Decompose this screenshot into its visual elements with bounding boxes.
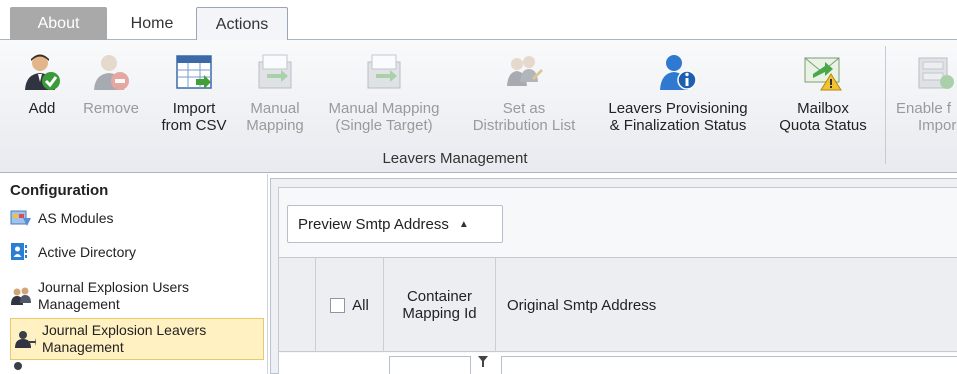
leavers-status-line1: Leavers Provisioning xyxy=(608,100,748,117)
enable-for-import-button[interactable]: Enable f Impor xyxy=(893,40,957,148)
add-label: Add xyxy=(28,100,56,117)
leavers-line2: Management xyxy=(42,339,124,355)
container-mapping-filter-input[interactable] xyxy=(389,356,471,374)
manual-mapping-icon xyxy=(255,52,295,92)
leavers-provisioning-status-button[interactable]: Leavers Provisioning & Finalization Stat… xyxy=(597,40,759,148)
leavers-status-line2: & Finalization Status xyxy=(609,117,747,134)
manual-mapping-line1: Manual xyxy=(250,100,300,117)
manual-mapping-button[interactable]: Manual Mapping xyxy=(240,40,310,148)
mailbox-quota-status-label: Mailbox Quota Status xyxy=(779,100,867,134)
manual-mapping-single-target-button[interactable]: Manual Mapping (Single Target) xyxy=(318,40,450,148)
manual-mapping-single-line2: (Single Target) xyxy=(335,117,433,134)
sidebar-item-label: AS Modules xyxy=(38,209,114,226)
sidebar-item-journal-explosion-users[interactable]: Journal Explosion Users Management xyxy=(10,278,264,314)
set-as-distribution-list-button[interactable]: Set as Distribution List xyxy=(460,40,588,148)
sidebar-title: Configuration xyxy=(10,182,109,199)
column-header-container-mapping-id[interactable]: Container Mapping Id xyxy=(384,258,496,352)
mailbox-line1: Mailbox xyxy=(797,100,849,117)
ribbon-group-label: Leavers Management xyxy=(382,150,528,167)
sidebar-item-partial[interactable] xyxy=(10,362,264,374)
distribution-line1: Set as xyxy=(502,100,546,117)
set-as-distribution-list-label: Set as Distribution List xyxy=(473,100,576,134)
leavers-line1: Journal Explosion Leavers xyxy=(42,322,207,338)
caret-up-icon: ▲ xyxy=(458,218,469,230)
user-add-icon xyxy=(22,52,62,92)
select-all-header[interactable]: All xyxy=(316,258,384,352)
preview-smtp-address-button[interactable]: Preview Smtp Address ▲ xyxy=(287,205,503,243)
filter-icon[interactable] xyxy=(478,356,488,368)
leavers-provisioning-status-label: Leavers Provisioning & Finalization Stat… xyxy=(608,100,747,134)
enable-line2: Impor xyxy=(918,117,957,134)
partial-item-icon xyxy=(10,360,32,374)
mailbox-quota-status-button[interactable]: Mailbox Quota Status xyxy=(769,40,877,148)
user-remove-icon xyxy=(91,52,131,92)
grid-filter-row xyxy=(279,353,957,374)
mailbox-warning-icon xyxy=(803,52,843,92)
select-all-checkbox[interactable] xyxy=(330,297,346,313)
users-line2: Management xyxy=(38,296,120,312)
grid-container: Preview Smtp Address ▲ All Container Map… xyxy=(278,187,957,374)
column-header-original-smtp-address[interactable]: Original Smtp Address xyxy=(496,258,957,352)
manual-mapping-single-label: Manual Mapping (Single Target) xyxy=(329,100,440,134)
info-user-icon xyxy=(658,52,698,92)
users-group-icon xyxy=(10,286,32,306)
enable-for-import-label: Enable f Impor xyxy=(893,100,956,134)
leavers-icon xyxy=(14,329,36,349)
enable-import-icon xyxy=(915,52,955,92)
manual-mapping-single-line1: Manual Mapping xyxy=(328,100,440,117)
sidebar-item-label: Journal Explosion Users Management xyxy=(38,279,189,313)
manual-mapping-single-icon xyxy=(364,52,404,92)
directory-icon xyxy=(10,242,32,262)
sidebar-item-active-directory[interactable]: Active Directory xyxy=(10,240,264,264)
remove-button[interactable]: Remove xyxy=(78,40,144,148)
distribution-line2: Distribution List xyxy=(472,117,576,134)
tab-home[interactable]: Home xyxy=(109,7,195,40)
select-all-label: All xyxy=(352,296,369,314)
tab-about[interactable]: About xyxy=(10,7,107,40)
ribbon-group-separator xyxy=(885,46,886,164)
import-from-csv-label: Import from CSV xyxy=(161,100,226,134)
grid-header-spacer xyxy=(279,258,316,352)
import-csv-icon xyxy=(174,52,214,92)
add-button[interactable]: Add xyxy=(14,40,70,148)
sidebar-item-as-modules[interactable]: AS Modules xyxy=(10,206,264,230)
distribution-list-icon xyxy=(504,52,544,92)
import-from-csv-button[interactable]: Import from CSV xyxy=(156,40,232,148)
import-line1: Import xyxy=(172,100,216,117)
mailbox-line2: Quota Status xyxy=(779,117,867,134)
container-line2: Mapping Id xyxy=(402,305,477,322)
sidebar-item-label: Journal Explosion Leavers Management xyxy=(42,322,206,356)
grid-header: All Container Mapping Id Original Smtp A… xyxy=(279,257,957,352)
container-line1: Container xyxy=(406,288,473,305)
manual-mapping-line2: Mapping xyxy=(246,117,304,134)
ribbon-actions: Add Remove Import from CSV Manual Mappin… xyxy=(0,40,957,173)
container-header-text: Container Mapping Id xyxy=(402,288,476,322)
sidebar-item-journal-explosion-leavers[interactable]: Journal Explosion Leavers Management xyxy=(10,318,264,360)
sidebar-item-label: Active Directory xyxy=(38,243,137,260)
manual-mapping-label: Manual Mapping xyxy=(246,100,304,134)
users-line1: Journal Explosion Users xyxy=(38,279,189,295)
original-smtp-header-text: Original Smtp Address xyxy=(507,296,657,314)
preview-button-label: Preview Smtp Address xyxy=(298,215,449,233)
modules-icon xyxy=(10,208,32,228)
configuration-sidebar: Configuration AS Modules Active Director… xyxy=(0,174,268,374)
tab-actions[interactable]: Actions xyxy=(196,7,288,41)
import-line2: from CSV xyxy=(161,117,227,134)
remove-label: Remove xyxy=(83,100,139,117)
ribbon-tab-bar: About Home Actions xyxy=(0,0,957,41)
main-panel: Preview Smtp Address ▲ All Container Map… xyxy=(270,178,957,374)
enable-line1: Enable f xyxy=(896,100,952,117)
original-smtp-filter-input[interactable] xyxy=(501,356,957,374)
